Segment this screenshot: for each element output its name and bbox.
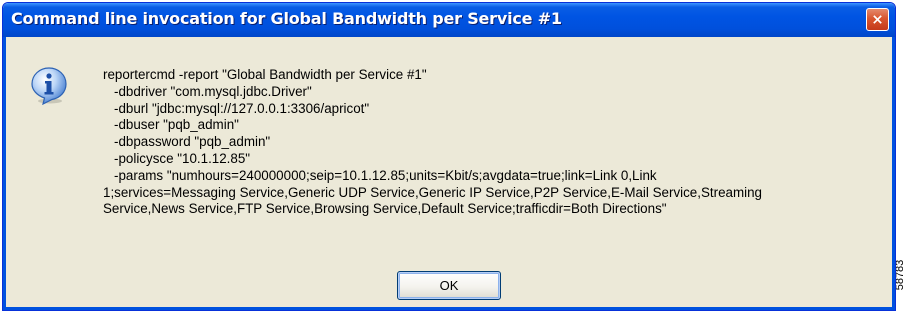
message-line: reportercmd -report "Global Bandwidth pe… xyxy=(103,67,427,82)
message-line: -params "numhours=240000000;seip=10.1.12… xyxy=(114,167,657,183)
message-line: -policysce "10.1.12.85" xyxy=(114,150,251,166)
title-bar[interactable]: Command line invocation for Global Bandw… xyxy=(3,3,895,37)
figure-id-label: 58783 xyxy=(896,259,903,291)
command-message: reportercmd -report "Global Bandwidth pe… xyxy=(103,67,893,218)
info-icon xyxy=(31,67,67,105)
message-line: -dburl "jdbc:mysql://127.0.0.1:3306/apri… xyxy=(114,100,370,116)
ok-button[interactable]: OK xyxy=(397,271,501,300)
message-line: -dbuser "pqb_admin" xyxy=(114,117,239,133)
close-icon xyxy=(873,15,882,24)
message-line: -dbdriver "com.mysql.jdbc.Driver" xyxy=(114,83,312,99)
window-frame-left xyxy=(3,37,6,310)
dialog-title: Command line invocation for Global Bandw… xyxy=(11,9,562,28)
message-line: 1;services=Messaging Service,Generic UDP… xyxy=(103,184,763,200)
message-line: -dbpassword "pqb_admin" xyxy=(114,134,271,150)
command-line-dialog: Command line invocation for Global Bandw… xyxy=(2,2,896,311)
close-button[interactable] xyxy=(866,8,889,31)
message-line: Service,News Service,FTP Service,Browsin… xyxy=(103,201,667,217)
figure-id: 58783 xyxy=(896,245,903,305)
window-frame-bottom xyxy=(3,307,895,310)
